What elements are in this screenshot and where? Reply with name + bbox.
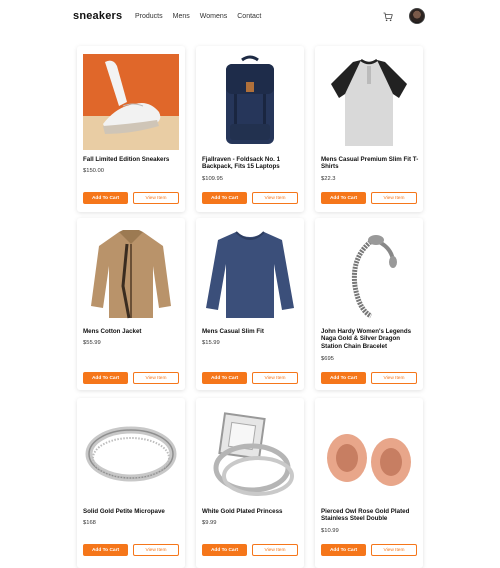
view-item-button[interactable]: View Item [133,372,179,384]
product-title: White Gold Plated Princess [202,508,283,515]
product-title: Fall Limited Edition Sneakers [83,156,170,163]
navbar: sneakers Products Mens Womens Contact [0,0,500,36]
add-to-cart-button[interactable]: Add To Cart [83,544,128,556]
nav-link-contact[interactable]: Contact [237,13,261,20]
product-card: Solid Gold Petite Micropave $168 Add To … [77,398,185,568]
product-card: Mens Cotton Jacket $55.99 Add To Cart Vi… [77,218,185,390]
product-card: Mens Casual Premium Slim Fit T-Shirts $2… [315,46,423,212]
product-image-jacket[interactable] [83,226,179,322]
view-item-button[interactable]: View Item [371,372,417,384]
product-title: Solid Gold Petite Micropave [83,508,165,515]
add-to-cart-button[interactable]: Add To Cart [321,192,366,204]
brand-logo[interactable]: sneakers [73,10,122,22]
cart-icon[interactable] [383,12,393,22]
product-price: $695 [321,356,334,362]
view-item-button[interactable]: View Item [252,544,298,556]
product-price: $15.99 [202,340,220,346]
product-title: Mens Casual Slim Fit [202,328,264,335]
product-image-plugs[interactable] [321,406,417,502]
product-price: $22.3 [321,176,336,182]
add-to-cart-button[interactable]: Add To Cart [321,372,366,384]
view-item-button[interactable]: View Item [133,192,179,204]
product-title: John Hardy Women's Legends Naga Gold & S… [321,328,412,350]
product-card: White Gold Plated Princess $9.99 Add To … [196,398,304,568]
product-price: $168 [83,520,96,526]
product-image-bracelet[interactable] [321,226,417,322]
product-price: $55.99 [83,340,101,346]
product-image-ring[interactable] [83,406,179,502]
product-image-tshirt[interactable] [321,54,417,150]
view-item-button[interactable]: View Item [371,544,417,556]
add-to-cart-button[interactable]: Add To Cart [83,372,128,384]
product-title: Mens Casual Premium Slim Fit T-Shirts [321,156,419,171]
add-to-cart-button[interactable]: Add To Cart [202,544,247,556]
view-item-button[interactable]: View Item [133,544,179,556]
product-price: $10.99 [321,528,339,534]
add-to-cart-button[interactable]: Add To Cart [321,544,366,556]
product-card: Mens Casual Slim Fit $15.99 Add To Cart … [196,218,304,390]
view-item-button[interactable]: View Item [252,192,298,204]
product-price: $150.00 [83,168,104,174]
add-to-cart-button[interactable]: Add To Cart [202,372,247,384]
product-card: Fjallraven - Foldsack No. 1 Backpack, Fi… [196,46,304,212]
product-image-backpack[interactable] [202,54,298,150]
user-avatar[interactable] [409,8,425,24]
nav-link-mens[interactable]: Mens [173,13,190,20]
add-to-cart-button[interactable]: Add To Cart [83,192,128,204]
product-card: Pierced Owl Rose Gold Plated Stainless S… [315,398,423,568]
product-price: $109.95 [202,176,223,182]
product-image-sneakers[interactable] [83,54,179,150]
product-image-princess-ring[interactable] [202,406,298,502]
product-card: John Hardy Women's Legends Naga Gold & S… [315,218,423,390]
product-title: Mens Cotton Jacket [83,328,142,335]
view-item-button[interactable]: View Item [252,372,298,384]
nav-link-womens[interactable]: Womens [200,13,228,20]
product-title: Fjallraven - Foldsack No. 1 Backpack, Fi… [202,156,281,171]
product-image-longsleeve[interactable] [202,226,298,322]
nav-links: Products Mens Womens Contact [135,13,261,20]
nav-link-products[interactable]: Products [135,13,163,20]
product-card: Fall Limited Edition Sneakers $150.00 Ad… [77,46,185,212]
product-price: $9.99 [202,520,217,526]
add-to-cart-button[interactable]: Add To Cart [202,192,247,204]
view-item-button[interactable]: View Item [371,192,417,204]
product-title: Pierced Owl Rose Gold Plated Stainless S… [321,508,410,523]
